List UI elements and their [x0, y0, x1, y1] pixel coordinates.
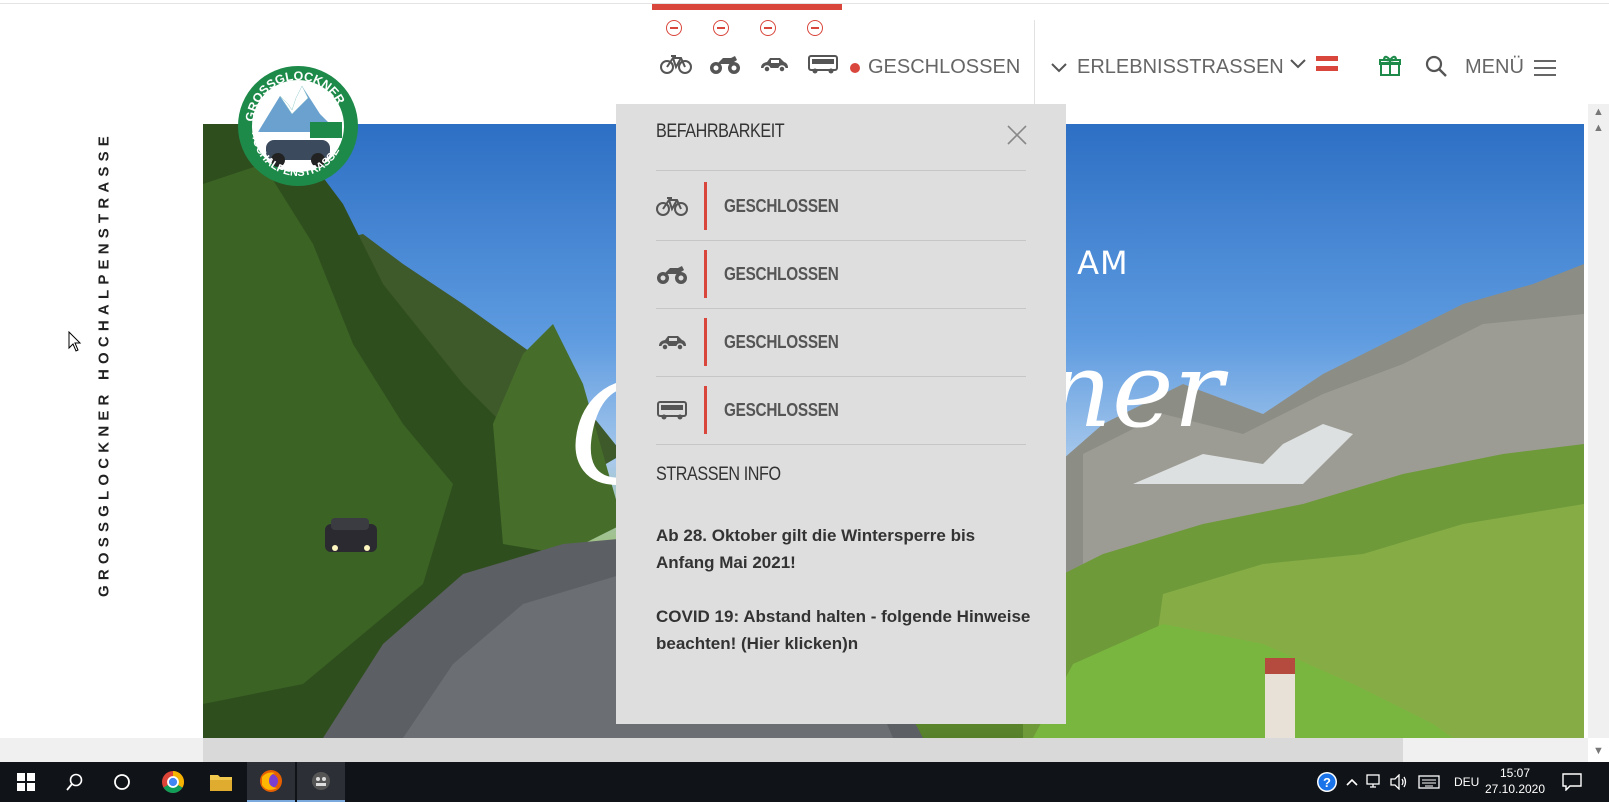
road-status-label: GESCHLOSSEN [868, 56, 1021, 78]
closed-status-icon [760, 20, 776, 36]
menu-label: MENÜ [1465, 56, 1524, 78]
notifications-button[interactable] [1562, 762, 1582, 802]
taskbar-clock[interactable]: 15:07 27.10.2020 [1484, 765, 1546, 797]
site-logo[interactable]: GROSSGLOCKNER HOCHALPENSTRASSE [236, 52, 360, 198]
austria-flag-icon [1316, 56, 1338, 71]
app-icon [312, 772, 330, 790]
clock-date: 27.10.2020 [1484, 782, 1546, 796]
bus-status: GESCHLOSSEN [724, 400, 839, 420]
popup-divider [656, 170, 1026, 171]
closed-indicator [704, 182, 707, 230]
bus-icon [657, 401, 687, 420]
covid-notice-link[interactable]: COVID 19: Abstand halten - folgende Hinw… [656, 603, 1036, 657]
task-view-button[interactable] [98, 762, 146, 802]
vehicle-status-toggle[interactable] [660, 52, 839, 76]
bicycle-status: GESCHLOSSEN [724, 196, 839, 216]
clock-time: 15:07 [1499, 766, 1531, 780]
cortana-icon [114, 774, 130, 790]
status-row-motorcycle: GESCHLOSSEN [656, 240, 1026, 308]
start-button[interactable] [0, 762, 52, 802]
befahrbarkeit-popup: BEFAHRBARKEIT GESCHLOSSEN GESCHLOSSEN GE… [616, 104, 1066, 724]
menu-button[interactable]: MENÜ [1465, 56, 1556, 79]
language-selector[interactable] [1290, 56, 1338, 71]
closed-status-icon [713, 20, 729, 36]
closed-status-icon [807, 20, 823, 36]
windows-taskbar: ? DEU 15:07 27.10.2020 [0, 762, 1609, 802]
strassen-info-title: STRASSEN INFO [656, 464, 781, 485]
car-status: GESCHLOSSEN [724, 332, 839, 352]
scroll-down-icon[interactable]: ▼ [1593, 745, 1604, 757]
notification-icon [1562, 773, 1582, 791]
mouse-cursor-icon [68, 331, 82, 352]
motorcycle-icon [657, 266, 687, 284]
vertical-scrollbar[interactable]: ▲ ▲ [1588, 104, 1609, 738]
status-row-bus: GESCHLOSSEN [656, 376, 1026, 444]
app-taskbar-item[interactable] [297, 762, 345, 802]
system-tray: ? DEU [1316, 762, 1479, 802]
car-icon [659, 336, 686, 351]
keyboard-icon[interactable] [1418, 775, 1440, 789]
hamburger-icon [1533, 59, 1556, 76]
bus-icon [808, 55, 838, 74]
chevron-up-icon[interactable] [1346, 777, 1358, 787]
close-icon [1007, 125, 1027, 145]
folder-icon [210, 775, 232, 791]
closed-indicator [704, 250, 707, 298]
vehicle-status-indicators [666, 20, 823, 36]
windows-logo-icon [17, 773, 35, 791]
closed-indicator [704, 386, 707, 434]
gift-button[interactable] [1378, 54, 1402, 83]
horizontal-scrollbar[interactable] [0, 738, 1588, 762]
firefox-icon [260, 770, 282, 792]
scrollbar-thumb[interactable] [203, 738, 1403, 762]
close-button[interactable] [1004, 122, 1030, 148]
search-button[interactable] [1424, 54, 1448, 83]
bicycle-icon [656, 197, 688, 216]
motorcycle-status: GESCHLOSSEN [724, 264, 839, 284]
closed-indicator [704, 318, 707, 366]
help-icon[interactable]: ? [1316, 771, 1338, 793]
chrome-icon [162, 771, 184, 793]
firefox-taskbar-item[interactable] [247, 762, 295, 802]
side-title: GROSSGLOCKNER HOCHALPENSTRASSE [95, 130, 113, 598]
closed-status-icon [666, 20, 682, 36]
bicycle-icon [660, 55, 692, 74]
input-language[interactable]: DEU [1454, 775, 1479, 789]
status-tab-indicator [652, 4, 842, 10]
network-icon[interactable] [1366, 774, 1384, 790]
svg-text:?: ? [1323, 775, 1331, 790]
logo-badge-icon: GROSSGLOCKNER HOCHALPENSTRASSE [238, 66, 358, 186]
scroll-up-icon[interactable]: ▲ [1593, 122, 1604, 134]
search-icon [66, 773, 83, 791]
popup-title: BEFAHRBARKEIT [656, 121, 785, 142]
header-divider [1034, 20, 1035, 104]
file-explorer-taskbar-item[interactable] [198, 762, 244, 802]
search-icon [1425, 55, 1447, 77]
chevron-down-icon [1051, 62, 1067, 72]
status-row-bicycle: GESCHLOSSEN [656, 172, 1026, 240]
wintersperre-notice: Ab 28. Oktober gilt die Wintersperre bis… [656, 526, 976, 572]
erlebnisstrassen-label: ERLEBNISSTRASSEN [1077, 56, 1284, 78]
erlebnisstrassen-dropdown[interactable]: ERLEBNISSTRASSEN [1051, 56, 1284, 79]
status-dot-icon [850, 62, 860, 73]
hero-script-right: ner [1045, 329, 1224, 451]
road-status[interactable]: GESCHLOSSEN [850, 56, 1020, 79]
popup-divider [656, 444, 1026, 445]
gift-icon [1379, 55, 1401, 76]
motorcycle-icon [710, 56, 740, 74]
chrome-taskbar-item[interactable] [150, 762, 196, 802]
status-row-car: GESCHLOSSEN [656, 308, 1026, 376]
chevron-down-icon [1290, 58, 1306, 68]
scroll-up-icon[interactable]: ▲ [1593, 106, 1604, 118]
car-icon [761, 58, 788, 73]
search-button[interactable] [52, 762, 98, 802]
volume-icon[interactable] [1390, 774, 1408, 790]
browser-viewport: GROSSGLOCKNER HOCHALPENSTRASSE N AM ner … [0, 0, 1609, 802]
